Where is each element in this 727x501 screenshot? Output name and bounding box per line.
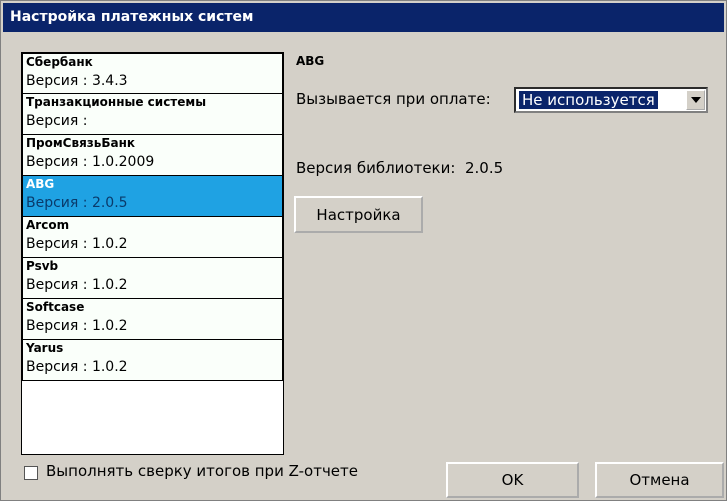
invoked-select[interactable]: Не используется (514, 87, 708, 113)
list-item-name: Psvb (26, 259, 59, 273)
list-item-version: Версия : 2.0.5 (26, 195, 128, 211)
list-item-name: Yarus (26, 341, 64, 355)
list-item-name: Softcase (26, 300, 85, 314)
ok-button[interactable]: OK (446, 462, 579, 498)
list-item-version: Версия : 1.0.2 (26, 277, 128, 293)
list-item[interactable]: Softcase Версия : 1.0.2 (22, 299, 283, 340)
list-item-version: Версия : 1.0.2 (26, 236, 128, 252)
reconcile-label: Выполнять сверку итогов при Z-отчете (46, 462, 358, 480)
list-item[interactable]: ABG Версия : 2.0.5 (22, 176, 283, 217)
chevron-down-icon[interactable] (686, 90, 705, 110)
cancel-button[interactable]: Отмена (595, 462, 724, 498)
list-item[interactable]: Транзакционные системы Версия : (22, 94, 283, 135)
list-item[interactable]: Yarus Версия : 1.0.2 (22, 340, 283, 381)
reconcile-checkbox[interactable] (24, 466, 38, 480)
selected-system-name: ABG (296, 54, 325, 68)
payment-systems-list[interactable]: Сбербанк Версия : 3.4.3 Транзакционные сис… (21, 52, 284, 455)
list-item-name: Сбербанк (26, 55, 93, 69)
list-item[interactable]: ПромСвязьБанк Версия : 1.0.2009 (22, 135, 283, 176)
list-item[interactable]: Сбербанк Версия : 3.4.3 (22, 53, 283, 94)
list-item-name: ПромСвязьБанк (26, 136, 136, 150)
list-item-version: Версия : (26, 113, 88, 129)
list-item-name: Транзакционные системы (26, 95, 207, 109)
library-label-text: Версия библиотеки: (296, 159, 456, 177)
settings-button[interactable]: Настройка (294, 196, 423, 233)
list-item[interactable]: Arcom Версия : 1.0.2 (22, 217, 283, 258)
list-item-version: Версия : 1.0.2 (26, 359, 128, 375)
list-item-version: Версия : 1.0.2009 (26, 154, 155, 170)
invoked-label: Вызывается при оплате: (296, 90, 491, 108)
list-item-version: Версия : 1.0.2 (26, 318, 128, 334)
list-item-version: Версия : 3.4.3 (26, 73, 128, 89)
list-item-name: ABG (26, 177, 55, 191)
invoked-select-value: Не используется (518, 90, 659, 110)
library-version-label: Версия библиотеки: 2.0.5 (296, 159, 503, 177)
library-version-value: 2.0.5 (464, 159, 504, 177)
list-item-name: Arcom (26, 218, 70, 232)
list-item[interactable]: Psvb Версия : 1.0.2 (22, 258, 283, 299)
window-title: Настройка платежных систем (3, 3, 724, 32)
